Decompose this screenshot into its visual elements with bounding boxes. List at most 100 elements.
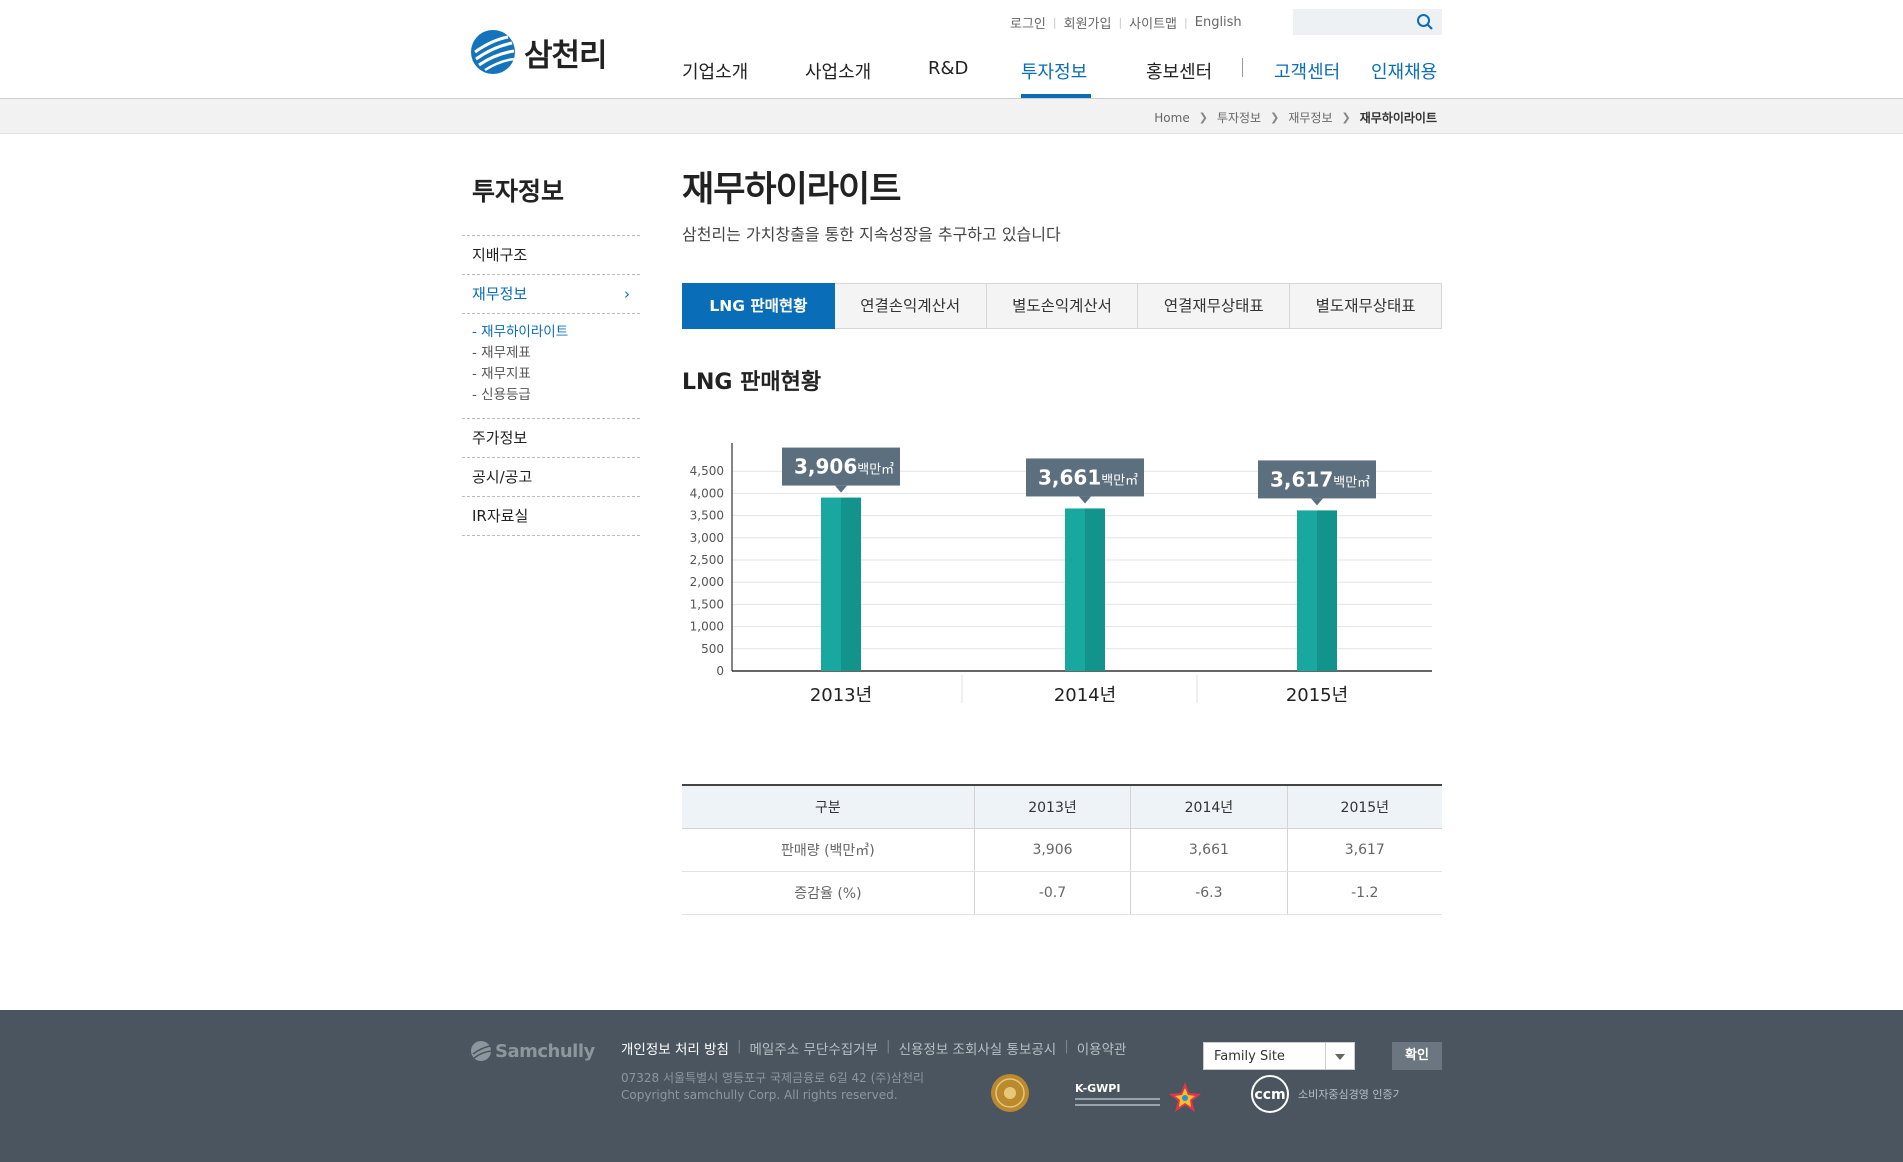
y-tick-label: 2,500 xyxy=(690,553,724,567)
bar xyxy=(1297,510,1317,671)
ccm-badge: ccm 소비자중심경영 인증기업 xyxy=(1251,1075,1400,1113)
side-item-label: IR자료실 xyxy=(472,507,529,525)
sub-item-statements[interactable]: - 재무제표 xyxy=(472,343,640,364)
nav-rnd[interactable]: R&D xyxy=(928,58,968,79)
award-badge-icon xyxy=(991,1074,1029,1112)
side-item-stock[interactable]: 주가정보 xyxy=(462,418,640,457)
family-site-value: Family Site xyxy=(1214,1049,1285,1064)
utility-menu: 로그인 | 회원가입 | 사이트맵 | English xyxy=(1010,13,1242,32)
sitemap-link[interactable]: 사이트맵 xyxy=(1129,13,1177,32)
footer-logo-text: Samchully xyxy=(495,1040,595,1062)
logo-text: 삼천리 xyxy=(524,37,608,74)
y-tick-label: 1,000 xyxy=(690,620,724,634)
y-tick-label: 3,500 xyxy=(690,509,724,523)
divider: | xyxy=(1064,1038,1069,1054)
table-cell: -6.3 xyxy=(1130,871,1288,915)
side-item-label: 주가정보 xyxy=(472,429,528,447)
nav-investor[interactable]: 투자정보 xyxy=(1021,58,1087,84)
breadcrumb: Home ❯ 투자정보 ❯ 재무정보 ❯ 재무하이라이트 xyxy=(1154,109,1437,126)
breadcrumb-current: 재무하이라이트 xyxy=(1359,111,1437,125)
search-icon[interactable] xyxy=(1416,13,1434,31)
table-cell: 증감율 (%) xyxy=(682,871,975,915)
table-row: 판매량 (백만㎥) 3,906 3,661 3,617 xyxy=(682,828,1442,872)
table-header: 구분 xyxy=(682,785,975,829)
tab-consolidated-income[interactable]: 연결손익계산서 xyxy=(834,283,987,329)
copyright-text: Copyright samchully Corp. All rights res… xyxy=(621,1088,898,1102)
breadcrumb-bar: Home ❯ 투자정보 ❯ 재무정보 ❯ 재무하이라이트 xyxy=(0,99,1903,134)
y-tick-label: 4,500 xyxy=(690,464,724,478)
terms-link[interactable]: 이용약관 xyxy=(1077,1038,1127,1058)
nav-business[interactable]: 사업소개 xyxy=(805,58,871,84)
breadcrumb-investor[interactable]: 투자정보 xyxy=(1217,109,1261,126)
tab-separate-income[interactable]: 별도손익계산서 xyxy=(986,283,1139,329)
data-label-pointer xyxy=(1311,498,1323,506)
side-item-label: 지배구조 xyxy=(472,246,528,264)
side-item-label: 공시/공고 xyxy=(472,468,533,486)
side-submenu: - 재무하이라이트 - 재무제표 - 재무지표 - 신용등급 xyxy=(462,313,640,418)
table-cell: 3,617 xyxy=(1287,828,1442,872)
nav-company[interactable]: 기업소개 xyxy=(682,58,748,84)
chevron-right-icon: ❯ xyxy=(1198,111,1208,124)
kgwpi-text: K-GWPI xyxy=(1075,1082,1120,1095)
footer-address: 07328 서울특별시 영등포구 국제금융로 6길 42 (주)삼천리 Copy… xyxy=(621,1070,924,1104)
divider: | xyxy=(1118,16,1123,29)
x-category-label: 2015년 xyxy=(1286,685,1348,706)
table-row: 증감율 (%) -0.7 -6.3 -1.2 xyxy=(682,871,1442,915)
family-site-go-button[interactable]: 확인 xyxy=(1392,1042,1442,1070)
sub-item-highlight[interactable]: - 재무하이라이트 xyxy=(472,322,640,343)
x-category-label: 2014년 xyxy=(1054,685,1116,706)
login-link[interactable]: 로그인 xyxy=(1010,13,1046,32)
star-icon xyxy=(1169,1082,1201,1112)
search-input[interactable] xyxy=(1293,9,1415,33)
nav-active-indicator xyxy=(1021,94,1091,98)
breadcrumb-finance[interactable]: 재무정보 xyxy=(1288,109,1332,126)
english-link[interactable]: English xyxy=(1195,15,1242,30)
side-item-disclosure[interactable]: 공시/공고 xyxy=(462,457,640,496)
address-text: 07328 서울특별시 영등포구 국제금융로 6길 42 (주)삼천리 xyxy=(621,1071,925,1085)
y-tick-label: 1,500 xyxy=(690,597,724,611)
logo[interactable]: 삼천리 xyxy=(470,27,608,77)
footer-logo[interactable]: Samchully xyxy=(470,1040,595,1062)
side-item-financial[interactable]: 재무정보 › xyxy=(462,274,640,313)
search-box xyxy=(1293,9,1442,35)
side-item-label: 재무정보 xyxy=(472,285,528,303)
kgwpi-badge: K-GWPI xyxy=(1075,1082,1201,1112)
nav-divider xyxy=(1242,58,1243,77)
chevron-right-icon: ❯ xyxy=(1270,111,1280,124)
ccm-text: 소비자중심경영 인증기업 xyxy=(1298,1088,1400,1101)
breadcrumb-home[interactable]: Home xyxy=(1154,111,1189,125)
tab-consolidated-balance[interactable]: 연결재무상태표 xyxy=(1138,283,1291,329)
nav-customer[interactable]: 고객센터 xyxy=(1274,58,1340,84)
y-tick-label: 2,000 xyxy=(690,575,724,589)
email-refusal-link[interactable]: 메일주소 무단수집거부 xyxy=(750,1038,879,1058)
join-link[interactable]: 회원가입 xyxy=(1064,13,1112,32)
bar xyxy=(821,497,841,671)
nav-recruit[interactable]: 인재채용 xyxy=(1371,58,1437,84)
y-tick-label: 500 xyxy=(701,642,724,656)
chevron-right-icon: › xyxy=(624,285,630,303)
chevron-down-icon[interactable] xyxy=(1325,1043,1354,1069)
x-category-label: 2013년 xyxy=(810,685,872,706)
nav-pr[interactable]: 홍보센터 xyxy=(1146,58,1212,84)
table-cell: 3,906 xyxy=(974,828,1132,872)
privacy-policy-link[interactable]: 개인정보 처리 방침 xyxy=(621,1038,729,1058)
tab-separate-balance[interactable]: 별도재무상태표 xyxy=(1290,283,1442,329)
credit-info-link[interactable]: 신용정보 조회사실 통보공시 xyxy=(899,1038,1057,1058)
side-nav-title: 투자정보 xyxy=(472,177,565,206)
table-header-row: 구분 2013년 2014년 2015년 xyxy=(682,785,1442,829)
y-tick-label: 4,000 xyxy=(690,486,724,500)
sub-item-credit[interactable]: - 신용등급 xyxy=(472,385,640,406)
tab-lng-sales[interactable]: LNG 판매현황 xyxy=(682,283,835,329)
sub-item-indicators[interactable]: - 재무지표 xyxy=(472,364,640,385)
table-cell: 3,661 xyxy=(1130,828,1288,872)
side-item-governance[interactable]: 지배구조 xyxy=(462,235,640,274)
divider: | xyxy=(886,1038,891,1054)
side-item-ir[interactable]: IR자료실 xyxy=(462,496,640,536)
family-site-select[interactable]: Family Site xyxy=(1203,1042,1355,1070)
table-header: 2015년 xyxy=(1287,785,1442,829)
bar xyxy=(1085,508,1105,671)
sub-item-label: 신용등급 xyxy=(481,387,531,403)
data-label-pointer xyxy=(835,485,847,493)
bar xyxy=(1065,508,1085,671)
data-label-pointer xyxy=(1079,496,1091,504)
